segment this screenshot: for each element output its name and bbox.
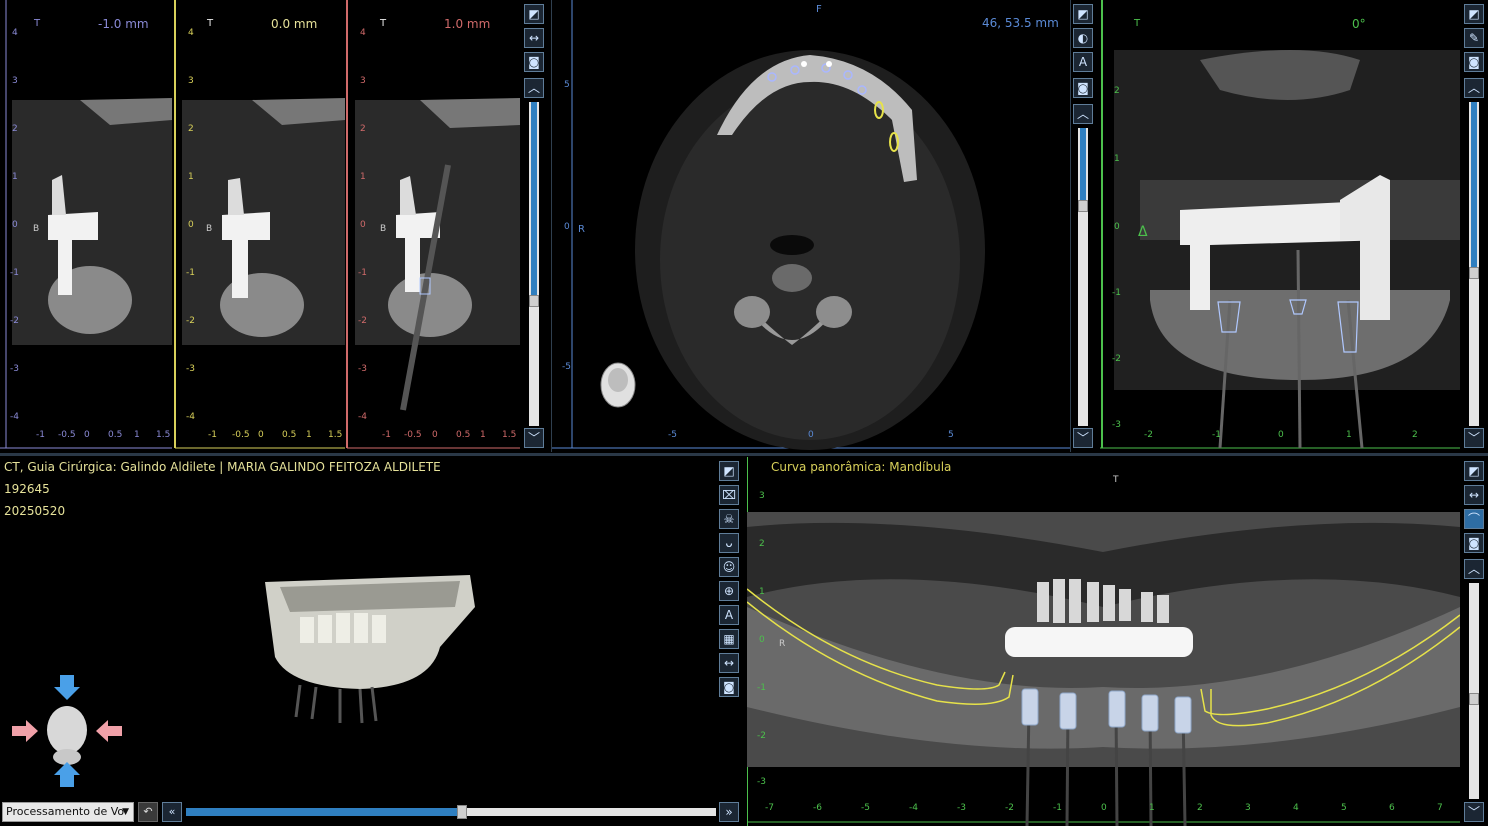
coronal-toolbar: ◩ ✎ ◙ ︿ ﹀	[1460, 0, 1488, 452]
cross-zero-side: B	[206, 224, 213, 234]
axial-dimensions: 46, 53.5 mm	[982, 16, 1059, 30]
coronal-scroll-down-icon[interactable]: ﹀	[1464, 428, 1484, 448]
coronal-pane[interactable]: T 0° Δ 2 1 0 -1 -2 -3 -2 -1 0 1 2	[1100, 0, 1460, 452]
render3d-toolbar: ◩ ⌧ ☠ ᴗ ☺ ⊕ A ▦ ↔ ◙ »	[717, 457, 745, 826]
coronal-pencil-icon[interactable]: ✎	[1464, 28, 1484, 48]
panoramic-left-label: R	[779, 639, 786, 649]
axial-scroll-thumb[interactable]	[1078, 200, 1088, 212]
face-icon[interactable]: ☺	[719, 557, 739, 577]
panoramic-select-tool-icon[interactable]: ◩	[1464, 461, 1484, 481]
axial-scroll-down-icon[interactable]: ﹀	[1073, 428, 1093, 448]
coronal-scroll-fill	[1471, 102, 1477, 267]
cross-select-tool-icon[interactable]: ◩	[524, 4, 544, 24]
axial-camera-icon[interactable]: ◙	[1073, 78, 1093, 98]
coronal-select-tool-icon[interactable]: ◩	[1464, 4, 1484, 24]
axial-scroll-fill	[1080, 128, 1086, 200]
render3d-pane[interactable]: CT, Guia Cirúrgica: Galindo Aldilete | M…	[0, 457, 716, 826]
panoramic-pane[interactable]: Curva panorâmica: Mandíbula T R 3 2 1 0 …	[747, 457, 1460, 826]
axial-pane[interactable]: F R 46, 53.5 mm 5 0 -5 -5 0 5	[551, 0, 1071, 452]
opacity-slider-thumb[interactable]	[457, 805, 467, 819]
panoramic-top-label: T	[1113, 475, 1119, 485]
cross-camera-icon[interactable]: ◙	[524, 52, 544, 72]
slider-right-icon[interactable]: »	[719, 802, 739, 822]
view-left-arrow-icon[interactable]	[12, 720, 38, 742]
axial-slice-scrollbar[interactable]	[1078, 128, 1088, 426]
coronal-scroll-thumb[interactable]	[1469, 267, 1479, 279]
head-orientation-icon	[600, 362, 636, 408]
cross-plus-side: B	[380, 224, 387, 234]
render3d-annotation-icon[interactable]: A	[719, 605, 739, 625]
coronal-angle: 0°	[1352, 17, 1366, 31]
head-navigator[interactable]	[12, 675, 122, 787]
panoramic-image	[747, 457, 1460, 826]
coronal-camera-icon[interactable]: ◙	[1464, 52, 1484, 72]
panoramic-toolbar: ◩ ↔ ⌒ ◙ ︿ ﹀	[1460, 457, 1488, 826]
panoramic-camera-icon[interactable]: ◙	[1464, 533, 1484, 553]
cross-section-images[interactable]	[0, 0, 520, 452]
skull-3d-render[interactable]	[0, 457, 716, 826]
opacity-slider-fill	[186, 808, 462, 816]
render3d-select-tool-icon[interactable]: ◩	[719, 461, 739, 481]
horizontal-divider	[0, 453, 1488, 456]
cross-scroll-down-icon[interactable]: ﹀	[524, 428, 544, 448]
view-right-arrow-icon[interactable]	[96, 720, 122, 742]
coronal-scroll-up-icon[interactable]: ︿	[1464, 78, 1484, 98]
cross-toolbar: ◩ ↔ ◙ ︿ ﹀	[521, 0, 549, 452]
cross-zero-orientation: T	[207, 18, 214, 29]
cross-section-pane[interactable]: T -1.0 mm T 0.0 mm T 1.0 mm B B B 4 3 2 …	[0, 0, 520, 452]
panoramic-title: Curva panorâmica: Mandíbula	[771, 460, 952, 474]
axial-half-circle-icon[interactable]: ◐	[1073, 28, 1093, 48]
ct-slice-minus	[12, 98, 172, 345]
cross-scroll-up-icon[interactable]: ︿	[524, 78, 544, 98]
axial-top-label: F	[816, 4, 822, 15]
axial-image	[552, 0, 1070, 450]
cross-minus-orientation: T	[34, 18, 41, 29]
axial-scroll-up-icon[interactable]: ︿	[1073, 104, 1093, 124]
cross-zero-offset: 0.0 mm	[271, 17, 318, 31]
cross-minus-side: B	[33, 224, 40, 234]
view-bottom-arrow-icon[interactable]	[54, 762, 80, 787]
panoramic-curve-icon[interactable]: ⌒	[1464, 509, 1484, 529]
cross-scroll-thumb[interactable]	[529, 295, 539, 307]
ct-slice-plus	[355, 98, 520, 411]
ct-slice-zero	[182, 98, 345, 345]
slider-left-icon[interactable]: «	[162, 802, 182, 822]
chevron-down-icon: ▼	[122, 807, 129, 817]
crop-tool-icon[interactable]: ⌧	[719, 485, 739, 505]
processing-select[interactable]: Processamento de Vo ▼	[2, 802, 134, 822]
axial-left-label: R	[578, 224, 585, 235]
render3d-camera-icon[interactable]: ◙	[719, 677, 739, 697]
processing-select-value: Processamento de Vo	[6, 805, 125, 818]
cross-plus-orientation: T	[380, 18, 387, 29]
cross-plus-offset: 1.0 mm	[444, 17, 491, 31]
crosshair-icon[interactable]: ⊕	[719, 581, 739, 601]
axial-select-tool-icon[interactable]: ◩	[1073, 4, 1093, 24]
panoramic-measure-icon[interactable]: ↔	[1464, 485, 1484, 505]
coronal-slice-scrollbar[interactable]	[1469, 102, 1479, 426]
coronal-image	[1100, 0, 1460, 449]
view-top-arrow-icon[interactable]	[54, 675, 80, 700]
panoramic-scroll-up-icon[interactable]: ︿	[1464, 559, 1484, 579]
panoramic-slice-scrollbar[interactable]	[1469, 583, 1479, 799]
coronal-delta-marker: Δ	[1138, 224, 1148, 240]
cross-slice-scrollbar[interactable]	[529, 102, 539, 426]
opacity-slider[interactable]	[186, 805, 716, 819]
axial-toolbar: ◩ ◐ A ◙ ︿ ﹀	[1070, 0, 1098, 452]
skull-icon[interactable]: ☠	[719, 509, 739, 529]
cross-measure-tool-icon[interactable]: ↔	[524, 28, 544, 48]
cross-minus-offset: -1.0 mm	[98, 17, 149, 31]
teeth-icon[interactable]: ᴗ	[719, 533, 739, 553]
render3d-measure-icon[interactable]: ↔	[719, 653, 739, 673]
rotate-icon[interactable]: ↶	[138, 802, 158, 822]
axial-annotation-icon[interactable]: A	[1073, 52, 1093, 72]
coronal-orientation: T	[1134, 18, 1141, 29]
grid-icon[interactable]: ▦	[719, 629, 739, 649]
cross-scroll-fill	[531, 102, 537, 295]
panoramic-scroll-down-icon[interactable]: ﹀	[1464, 802, 1484, 822]
panoramic-scroll-thumb[interactable]	[1469, 693, 1479, 705]
